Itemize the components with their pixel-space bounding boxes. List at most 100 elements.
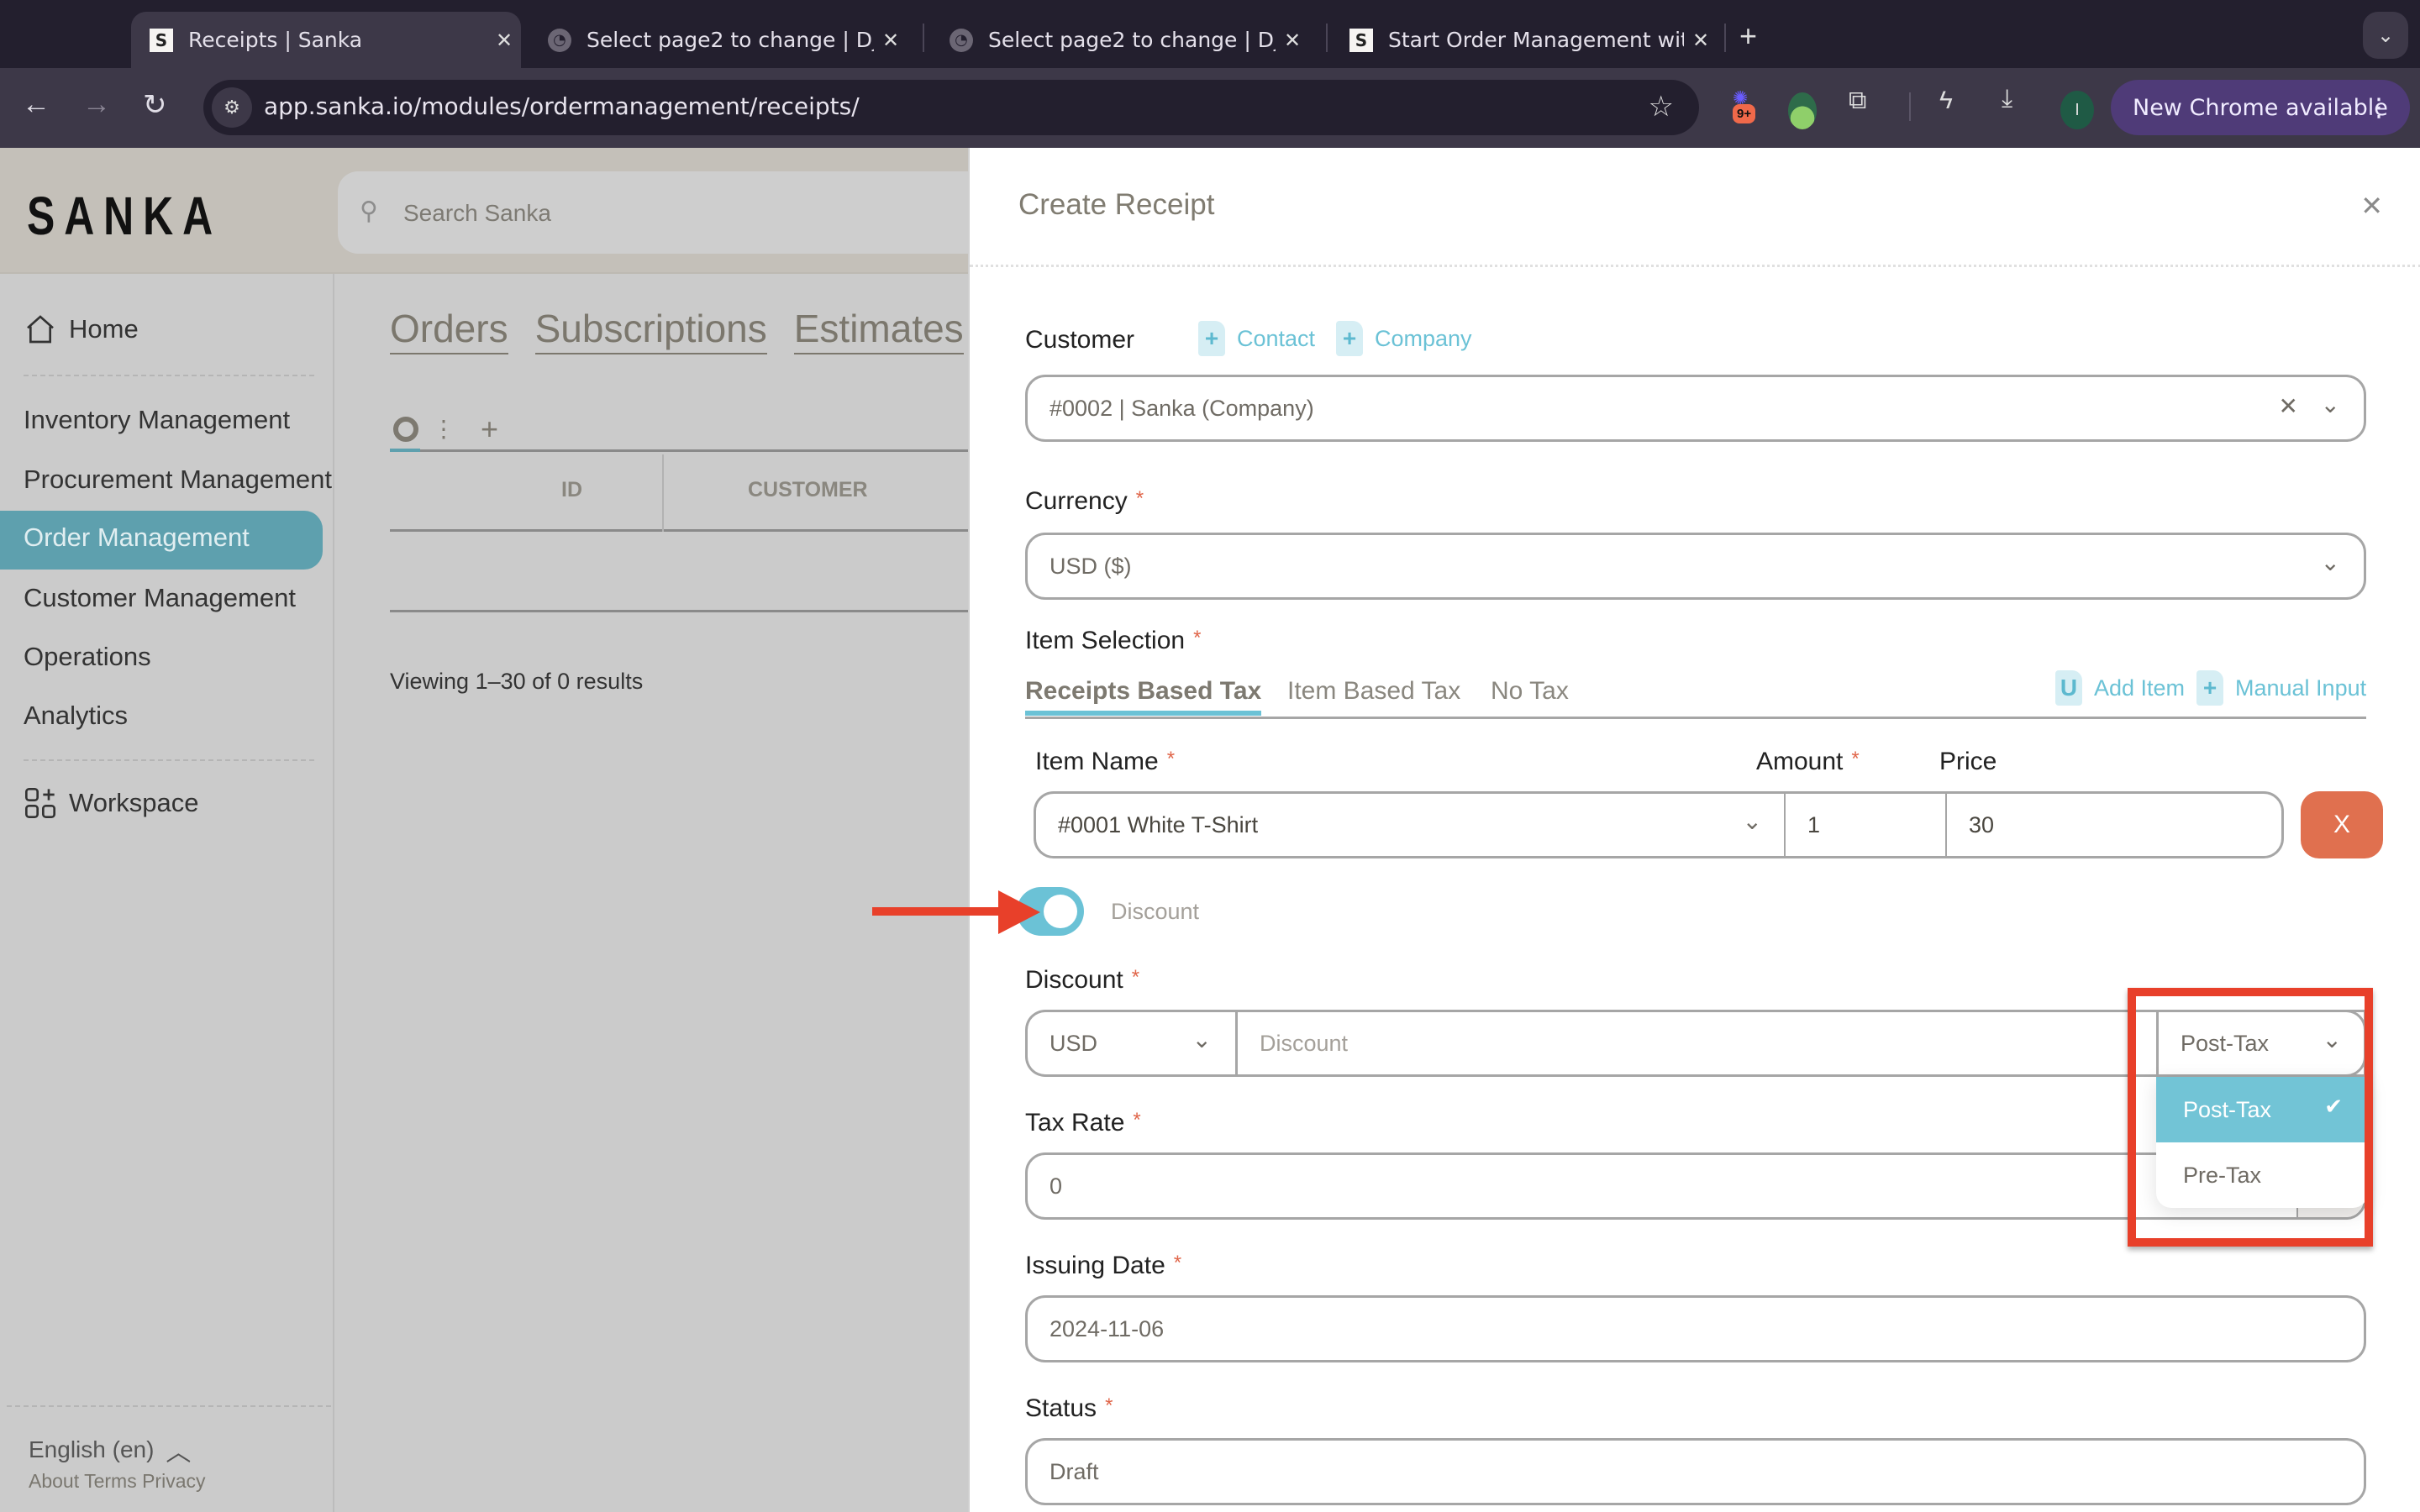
new-tab-button[interactable]: + <box>1739 18 1757 54</box>
issuing-date-label: Issuing Date * <box>1025 1252 1181 1280</box>
url-text[interactable]: app.sanka.io/modules/ordermanagement/rec… <box>264 92 860 120</box>
sidebar: Home Inventory Management Procurement Ma… <box>0 274 334 1512</box>
tab-no-tax[interactable]: No Tax <box>1491 677 1569 706</box>
tab-receipts-based-tax[interactable]: Receipts Based Tax <box>1025 677 1262 716</box>
close-tab-icon[interactable]: ✕ <box>1684 29 1718 52</box>
sanka-logo[interactable]: SANKA <box>27 185 222 247</box>
new-chrome-available-button[interactable]: New Chrome available ⋮ <box>2111 80 2410 135</box>
download-icon[interactable]: ⤓ <box>2002 85 2012 113</box>
annotation-arrow-icon <box>872 890 1040 934</box>
tab-separator <box>1724 24 1726 52</box>
chevron-up-icon: ︿ <box>166 1439 192 1467</box>
chevron-down-icon: ⌄ <box>2320 549 2340 575</box>
sidebar-item-analytics[interactable]: Analytics <box>24 701 128 731</box>
customer-select[interactable]: #0002 | Sanka (Company) ✕ ⌄ <box>1025 375 2366 442</box>
sidebar-item-procurement-management[interactable]: Procurement Management <box>24 465 334 495</box>
item-selection-label: Item Selection * <box>1025 627 1201 655</box>
browser-tab[interactable]: S Start Order Management with ✕ <box>1331 12 1718 68</box>
amount-input[interactable]: 1 <box>1784 794 1945 856</box>
tax-rate-label: Tax Rate * <box>1025 1109 1141 1137</box>
search-input[interactable]: ⚲ Search Sanka <box>338 171 976 254</box>
amount-column-label: Amount * <box>1756 748 1860 776</box>
tab-title: Select page2 to change | Djan <box>587 28 874 52</box>
language-selector[interactable]: English (en) ︿ <box>29 1431 191 1468</box>
address-bar[interactable]: ⚙ app.sanka.io/modules/ordermanagement/r… <box>203 80 1699 135</box>
close-tab-icon[interactable]: ✕ <box>1276 29 1309 52</box>
price-input[interactable]: 30 <box>1945 794 2281 856</box>
add-company-button[interactable]: + Company <box>1336 321 1472 356</box>
status-value: Draft <box>1050 1459 1099 1484</box>
column-header-id[interactable]: ID <box>561 478 582 502</box>
sidebar-divider <box>24 375 314 376</box>
manual-input-button[interactable]: + Manual Input <box>2196 670 2366 706</box>
customer-label: Customer <box>1025 326 1135 354</box>
issuing-date-input[interactable]: 2024-11-06 <box>1025 1295 2366 1362</box>
sidebar-footer-divider <box>7 1405 331 1407</box>
panel-header-divider <box>970 265 2420 267</box>
tab-estimates[interactable]: Estimates <box>793 306 964 354</box>
browser-tab[interactable]: S Receipts | Sanka ✕ <box>131 12 521 68</box>
sidebar-item-operations[interactable]: Operations <box>24 642 151 672</box>
search-placeholder: Search Sanka <box>403 200 551 226</box>
table-bottom-border <box>390 610 968 612</box>
chevron-down-icon: ⌄ <box>1192 1026 1212 1053</box>
sidebar-item-inventory-management[interactable]: Inventory Management <box>24 405 290 435</box>
item-name-select[interactable]: #0001 White T-Shirt ⌄ <box>1036 794 1784 856</box>
view-options-icon[interactable]: ⋮ <box>432 415 455 443</box>
back-button[interactable]: ← <box>22 88 50 121</box>
extension-button[interactable]: ✺ 9+ <box>1729 87 1761 128</box>
browser-tab[interactable]: ◔ Select page2 to change | Djan ✕ <box>931 12 1309 68</box>
sidebar-item-home[interactable]: Home <box>24 312 139 346</box>
sidebar-item-workspace[interactable]: Workspace <box>24 786 199 820</box>
chevron-down-icon: ⌄ <box>1742 808 1762 834</box>
close-panel-button[interactable]: ✕ <box>2360 190 2383 222</box>
search-icon: ⚲ <box>360 197 378 225</box>
globe-icon: ◔ <box>548 28 571 52</box>
add-item-label: Add Item <box>2094 675 2186 701</box>
amount-value: 1 <box>1807 812 1821 837</box>
sidebar-item-customer-management[interactable]: Customer Management <box>24 583 296 613</box>
profile-avatar[interactable]: I <box>2060 91 2094 129</box>
price-value: 30 <box>1969 812 1995 837</box>
required-asterisk: * <box>1851 748 1860 770</box>
required-asterisk: * <box>1133 1109 1141 1131</box>
site-info-icon[interactable]: ⚙ <box>212 87 252 128</box>
status-select[interactable]: Draft <box>1025 1438 2366 1505</box>
workspace-grid-icon <box>25 788 55 818</box>
sidebar-item-order-management[interactable]: Order Management <box>0 511 323 570</box>
currency-select[interactable]: USD ($) ⌄ <box>1025 533 2366 600</box>
item-selection-label-text: Item Selection <box>1025 627 1186 654</box>
tab-title: Start Order Management with <box>1388 28 1684 52</box>
add-item-button[interactable]: U Add Item <box>2055 670 2185 706</box>
tab-subscriptions[interactable]: Subscriptions <box>534 306 767 354</box>
forward-button[interactable]: → <box>82 88 111 121</box>
annotation-highlight-box <box>2128 988 2373 1247</box>
close-tab-icon[interactable]: ✕ <box>874 29 908 52</box>
discount-currency-select[interactable]: USD ⌄ <box>1025 1010 1235 1077</box>
create-receipt-panel: Create Receipt ✕ Customer + Contact + Co… <box>968 148 2420 1512</box>
delete-item-button[interactable]: X <box>2301 791 2383 858</box>
reload-button[interactable]: ↻ <box>143 88 167 122</box>
app-header: SANKA ⚲ Search Sanka <box>0 148 976 274</box>
add-contact-button[interactable]: + Contact <box>1198 321 1315 356</box>
discount-placeholder: Discount <box>1260 1031 1349 1056</box>
tab-search-button[interactable]: ⌄ <box>2363 12 2408 59</box>
column-header-customer[interactable]: CUSTOMER <box>748 478 868 502</box>
close-tab-icon[interactable]: ✕ <box>487 29 521 52</box>
browser-tab[interactable]: ◔ Select page2 to change | Djan ✕ <box>529 12 908 68</box>
panel-title: Create Receipt <box>1018 188 1215 221</box>
manual-input-label: Manual Input <box>2235 675 2367 701</box>
tab-orders[interactable]: Orders <box>390 306 508 354</box>
frog-extension-icon[interactable] <box>1788 92 1817 129</box>
status-label-text: Status <box>1025 1394 1097 1422</box>
view-circle-icon[interactable] <box>393 417 418 442</box>
footer-links[interactable]: About Terms Privacy <box>29 1470 205 1493</box>
tab-item-based-tax[interactable]: Item Based Tax <box>1287 677 1460 706</box>
performance-icon[interactable]: ϟ <box>1939 87 1953 115</box>
item-row: #0001 White T-Shirt ⌄ 1 30 <box>1034 791 2284 858</box>
clear-icon[interactable]: ✕ <box>2279 392 2298 420</box>
bookmark-star-icon[interactable]: ☆ <box>1649 90 1674 123</box>
extensions-puzzle-icon[interactable]: ⧉ <box>1849 87 1866 115</box>
add-view-button[interactable]: + <box>481 412 498 447</box>
price-column-label: Price <box>1939 748 1997 775</box>
